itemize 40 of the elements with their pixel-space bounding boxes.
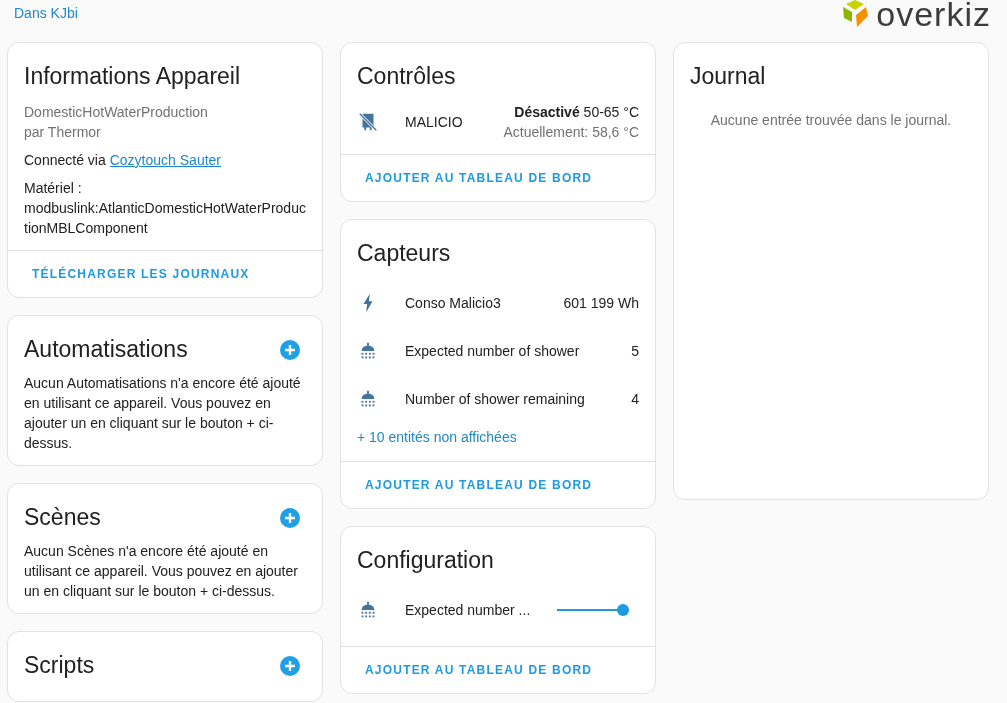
card-title: Configuration (357, 547, 495, 574)
add-icon[interactable] (280, 507, 300, 528)
card-title: Informations Appareil (24, 63, 242, 90)
card-title: Scripts (24, 652, 95, 679)
current-temperature: Actuellement: 58,6 °C (503, 123, 639, 142)
add-icon[interactable] (280, 655, 300, 676)
entity-name[interactable]: Conso Malicio3 (405, 295, 564, 311)
add-icon[interactable] (280, 339, 300, 360)
entity-name[interactable]: MALICIO (405, 114, 504, 130)
card-title: Journal (690, 63, 767, 90)
card-title: Automatisations (24, 336, 188, 363)
logo-wordmark: overkiz (876, 0, 991, 28)
model-text: DomesticHotWaterProduction (24, 103, 209, 122)
entity-value: 601 199 Wh (563, 295, 639, 311)
card-title: Capteurs (357, 240, 452, 267)
manufacturer-text: par Thermor (24, 123, 102, 142)
empty-message: Aucun Scènes n'a encore été ajouté en utilisant ce appareil. Vous pouvez en ajouter un en cliquant sur le bouton + ci-dessus. (24, 542, 299, 601)
card-title: Contrôles (357, 63, 457, 90)
connected-label: Connecté via (24, 151, 106, 170)
entity-name[interactable]: Expected number of shower (405, 343, 632, 359)
breadcrumb-link[interactable]: Dans KJbi (14, 5, 78, 21)
entity-value: 4 (631, 391, 639, 407)
climate-state: Désactivé 50-65 °C (513, 103, 639, 122)
entity-value: 5 (631, 343, 639, 359)
heater-off-icon[interactable] (357, 111, 379, 133)
hidden-entities-link[interactable]: + 10 entités non affichées (357, 429, 639, 445)
slider-thumb[interactable] (617, 604, 629, 616)
hardware-label: Matériel : (24, 179, 83, 198)
empty-message: Aucun Automatisations n'a encore été ajouté en utilisant ce appareil. Vous pouvez en ajouter un en cliquant sur le bouton + ci-dessus. (24, 374, 302, 453)
empty-message: Aucune entrée trouvée dans le journal. (709, 112, 953, 128)
integration-link[interactable]: Cozytouch Sauter (109, 150, 221, 170)
add-to-dashboard-button[interactable]: AJOUTER AU TABLEAU DE BORD (349, 165, 609, 191)
download-logs-button[interactable]: TÉLÉCHARGER LES JOURNAUX (16, 261, 266, 287)
card-title: Scènes (24, 504, 101, 531)
entity-name[interactable]: Number of shower remaining (405, 391, 632, 407)
add-to-dashboard-button[interactable]: AJOUTER AU TABLEAU DE BORD (349, 657, 609, 683)
logo-icon (840, 0, 871, 28)
add-to-dashboard-button[interactable]: AJOUTER AU TABLEAU DE BORD (349, 472, 609, 498)
hardware-value: modbuslink:AtlanticDomesticHotWaterProductionMBLComponent (24, 199, 306, 238)
entity-name[interactable]: Expected number ... (405, 602, 545, 618)
